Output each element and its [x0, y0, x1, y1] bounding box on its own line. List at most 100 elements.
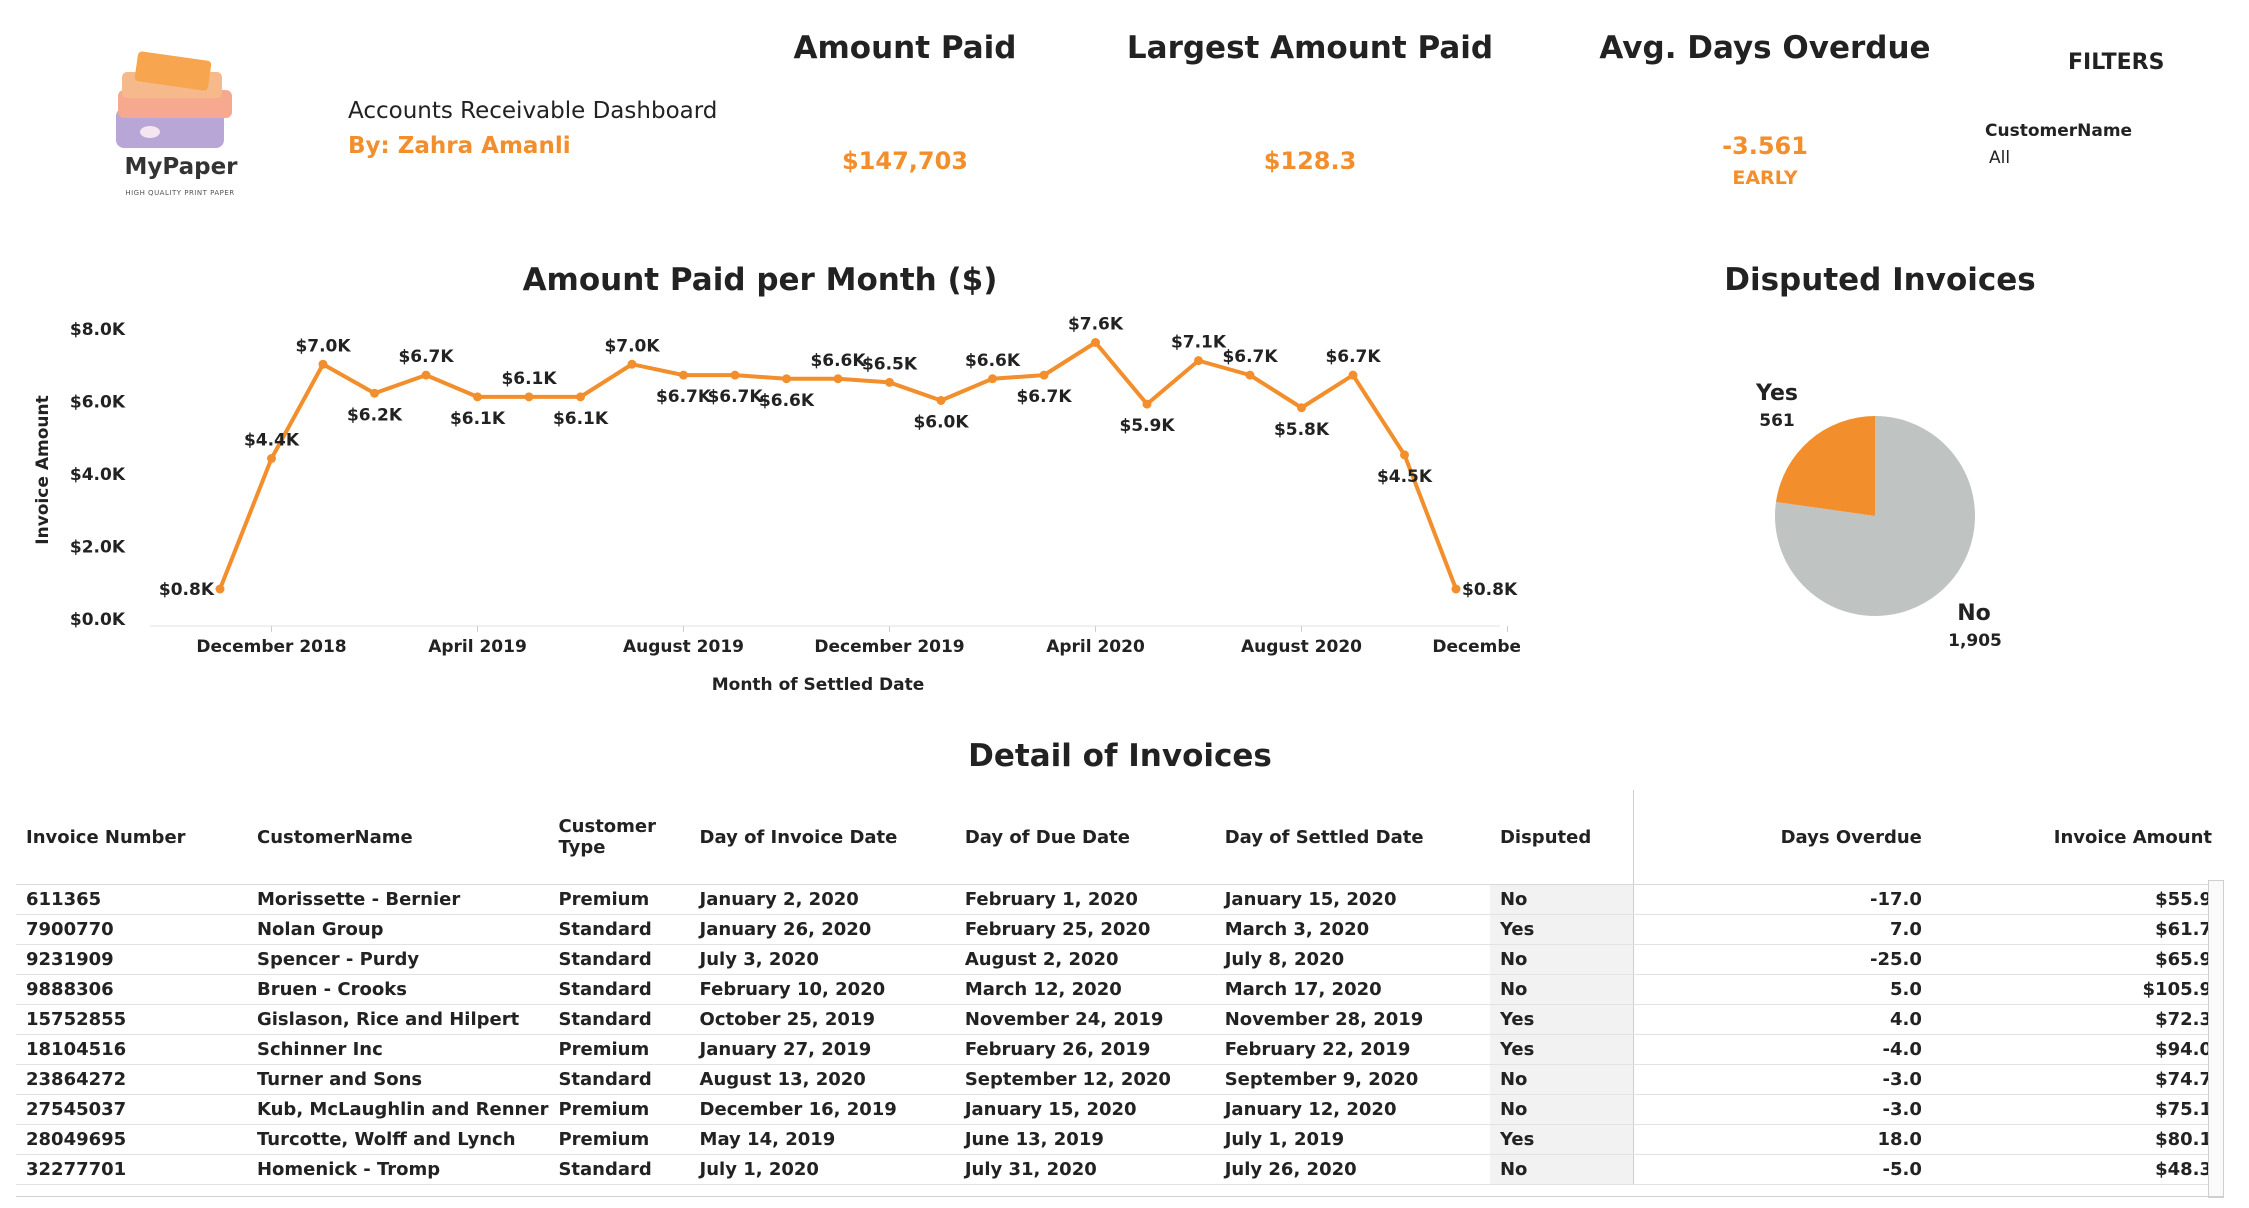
table-cell: June 13, 2019 [954, 1124, 1215, 1155]
data-label: $6.7K [1222, 347, 1278, 367]
col-invoice-amount[interactable]: Invoice Amount [1933, 790, 2224, 885]
data-label: $0.8K [1462, 580, 1518, 600]
table-row[interactable]: 7900770 Nolan Group Standard January 26, 20… [16, 914, 2224, 945]
pie-label-no: No [1957, 601, 1991, 626]
table-cell: 27545037 [16, 1094, 247, 1125]
data-point [421, 370, 431, 380]
table-cell: No [1489, 974, 1634, 1005]
table-cell: August 13, 2020 [689, 1064, 955, 1095]
table-cell: February 26, 2019 [954, 1034, 1215, 1065]
col-due-date[interactable]: Day of Due Date [954, 790, 1215, 885]
table-cell: 15752855 [16, 1004, 247, 1035]
table-cell: November 28, 2019 [1214, 1004, 1490, 1035]
table-cell: 4.0 [1633, 1004, 1934, 1035]
pie-value-yes: 561 [1759, 411, 1795, 431]
table-cell: May 14, 2019 [689, 1124, 955, 1155]
col-settled-date[interactable]: Day of Settled Date [1214, 790, 1490, 885]
table-cell: $74.7 [1933, 1064, 2224, 1095]
table-cell: February 10, 2020 [689, 974, 955, 1005]
col-customer-type[interactable]: Customer Type [548, 790, 690, 885]
table-cell: 7.0 [1633, 914, 1934, 945]
table-cell: 611365 [16, 884, 247, 915]
customer-filter-value[interactable]: All [1989, 148, 2010, 168]
col-invoice-number[interactable]: Invoice Number [16, 790, 247, 885]
table-cell: 23864272 [16, 1064, 247, 1095]
table-row[interactable]: 18104516 Schinner Inc Premium January 27, 2… [16, 1034, 2224, 1065]
table-cell: July 26, 2020 [1214, 1154, 1490, 1185]
data-label: $6.1K [553, 409, 609, 429]
data-point [1194, 356, 1203, 366]
table-row[interactable]: 611365 Morissette - Bernier Premium January… [16, 884, 2224, 915]
table-cell: Standard [548, 1154, 690, 1185]
table-cell: $48.3 [1933, 1154, 2224, 1185]
table-cell: $55.9 [1933, 884, 2224, 915]
data-label: $6.6K [965, 351, 1021, 371]
y-tick-label: $4.0K [70, 465, 126, 485]
table-scrollbar[interactable] [2208, 880, 2224, 1198]
amount-paid-line-chart: $0.0K $2.0K $4.0K $6.0K $8.0K December 2018 Ap… [33, 315, 1520, 696]
data-label: $7.1K [1171, 333, 1227, 353]
data-label: $6.7K [1325, 347, 1381, 367]
table-cell: -17.0 [1633, 884, 1934, 915]
table-row[interactable]: 32277701 Homenick - Tromp Standard July 1, … [16, 1154, 2224, 1185]
col-days-overdue[interactable]: Days Overdue [1633, 790, 1934, 885]
data-label: $6.1K [450, 409, 506, 429]
table-row[interactable]: 27545037 Kub, McLaughlin and Renner Premiu… [16, 1094, 2224, 1125]
table-cell: -5.0 [1633, 1154, 1934, 1185]
table-row[interactable]: 28049695 Turcotte, Wolff and Lynch Premium… [16, 1124, 2224, 1155]
table-cell: Premium [548, 1094, 690, 1125]
x-tick-label: December 2018 [196, 637, 346, 657]
table-cell: July 8, 2020 [1214, 944, 1490, 975]
col-disputed[interactable]: Disputed [1489, 790, 1634, 885]
table-cell: 28049695 [16, 1124, 247, 1155]
line-chart-title: Amount Paid per Month ($) [522, 262, 998, 298]
table-row[interactable]: 23864272 Turner and Sons Standard August 13… [16, 1064, 2224, 1095]
data-label: $6.0K [913, 413, 969, 433]
data-label: $5.9K [1119, 416, 1175, 436]
table-cell: February 22, 2019 [1214, 1034, 1490, 1065]
table-cell: November 24, 2019 [954, 1004, 1215, 1035]
data-point [473, 392, 482, 402]
table-cell: Yes [1489, 1004, 1634, 1035]
table-cell: $72.3 [1933, 1004, 2224, 1035]
kpi-largest-amount-title: Largest Amount Paid [1126, 30, 1494, 66]
data-point [1142, 399, 1152, 409]
data-point [782, 374, 791, 384]
table-cell: January 12, 2020 [1214, 1094, 1490, 1125]
table-cell: 5.0 [1633, 974, 1934, 1005]
y-tick-label: $0.0K [70, 610, 126, 630]
data-point [885, 377, 894, 387]
table-cell: January 2, 2020 [689, 884, 955, 915]
table-row[interactable]: 9231909 Spencer - Purdy Standard July 3, 20… [16, 944, 2224, 975]
dashboard-title: Accounts Receivable Dashboard [348, 98, 718, 124]
col-customer-name[interactable]: CustomerName [246, 790, 549, 885]
table-cell: -25.0 [1633, 944, 1934, 975]
data-point [730, 370, 740, 380]
table-cell: No [1489, 944, 1634, 975]
table-cell: 18.0 [1633, 1124, 1934, 1155]
x-axis-title: Month of Settled Date [712, 675, 925, 695]
kpi-avg-days-sub: EARLY [1732, 167, 1798, 189]
pie-label-yes: Yes [1755, 381, 1798, 406]
table-row[interactable]: 9888306 Bruen - Crooks Standard February 10… [16, 974, 2224, 1005]
data-point [1348, 370, 1358, 380]
table-row[interactable]: 15752855 Gislason, Rice and Hilpert Standa… [16, 1004, 2224, 1035]
table-cell: Premium [548, 1034, 690, 1065]
data-label: $6.2K [347, 405, 403, 425]
col-invoice-date[interactable]: Day of Invoice Date [689, 790, 955, 885]
data-label: $7.0K [604, 336, 660, 356]
data-label: $7.6K [1068, 315, 1124, 335]
data-label: $6.1K [501, 369, 557, 389]
table-cell: Spencer - Purdy [246, 944, 549, 975]
kpi-amount-paid-title: Amount Paid [793, 30, 1017, 66]
x-tick-label: August 2020 [1241, 637, 1362, 657]
mypaper-logo [100, 50, 260, 210]
pie-slice-yes [1775, 416, 1875, 516]
table-cell: Morissette - Bernier [246, 884, 549, 915]
table-cell: December 16, 2019 [689, 1094, 955, 1125]
data-point [267, 454, 276, 463]
table-cell: March 12, 2020 [954, 974, 1215, 1005]
data-label: $4.4K [244, 431, 300, 451]
table-cell: Schinner Inc [246, 1034, 549, 1065]
data-label: $6.6K [759, 391, 815, 411]
